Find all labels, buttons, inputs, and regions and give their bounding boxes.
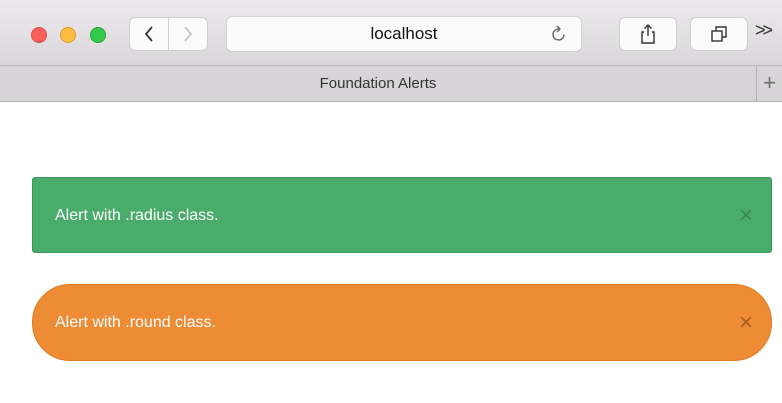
chevron-right-icon [184,26,193,42]
browser-toolbar: localhost >> [0,0,782,66]
chevron-left-icon [144,26,153,42]
toolbar-overflow-button[interactable]: >> [755,20,773,41]
share-button[interactable] [619,17,677,51]
share-icon [641,24,655,44]
address-bar[interactable]: localhost [226,16,582,52]
tab-bar: Foundation Alerts + [0,66,782,102]
close-icon[interactable]: × [739,178,753,254]
forward-button[interactable] [168,17,208,51]
alert-message: Alert with .round class. [55,314,216,331]
show-tabs-button[interactable] [690,17,748,51]
zoom-window-icon[interactable] [90,27,106,43]
minimize-window-icon[interactable] [60,27,76,43]
plus-icon[interactable]: + [756,66,782,101]
back-button[interactable] [129,17,169,51]
url-text: localhost [370,24,438,43]
alert-round: Alert with .round class. × [32,284,772,361]
alert-message: Alert with .radius class. [55,207,219,224]
tab-title[interactable]: Foundation Alerts [0,66,756,101]
close-window-icon[interactable] [31,27,47,43]
close-icon[interactable]: × [739,285,753,361]
tabs-icon [711,26,727,42]
alert-radius: Alert with .radius class. × [32,177,772,253]
reload-icon[interactable] [550,24,568,44]
